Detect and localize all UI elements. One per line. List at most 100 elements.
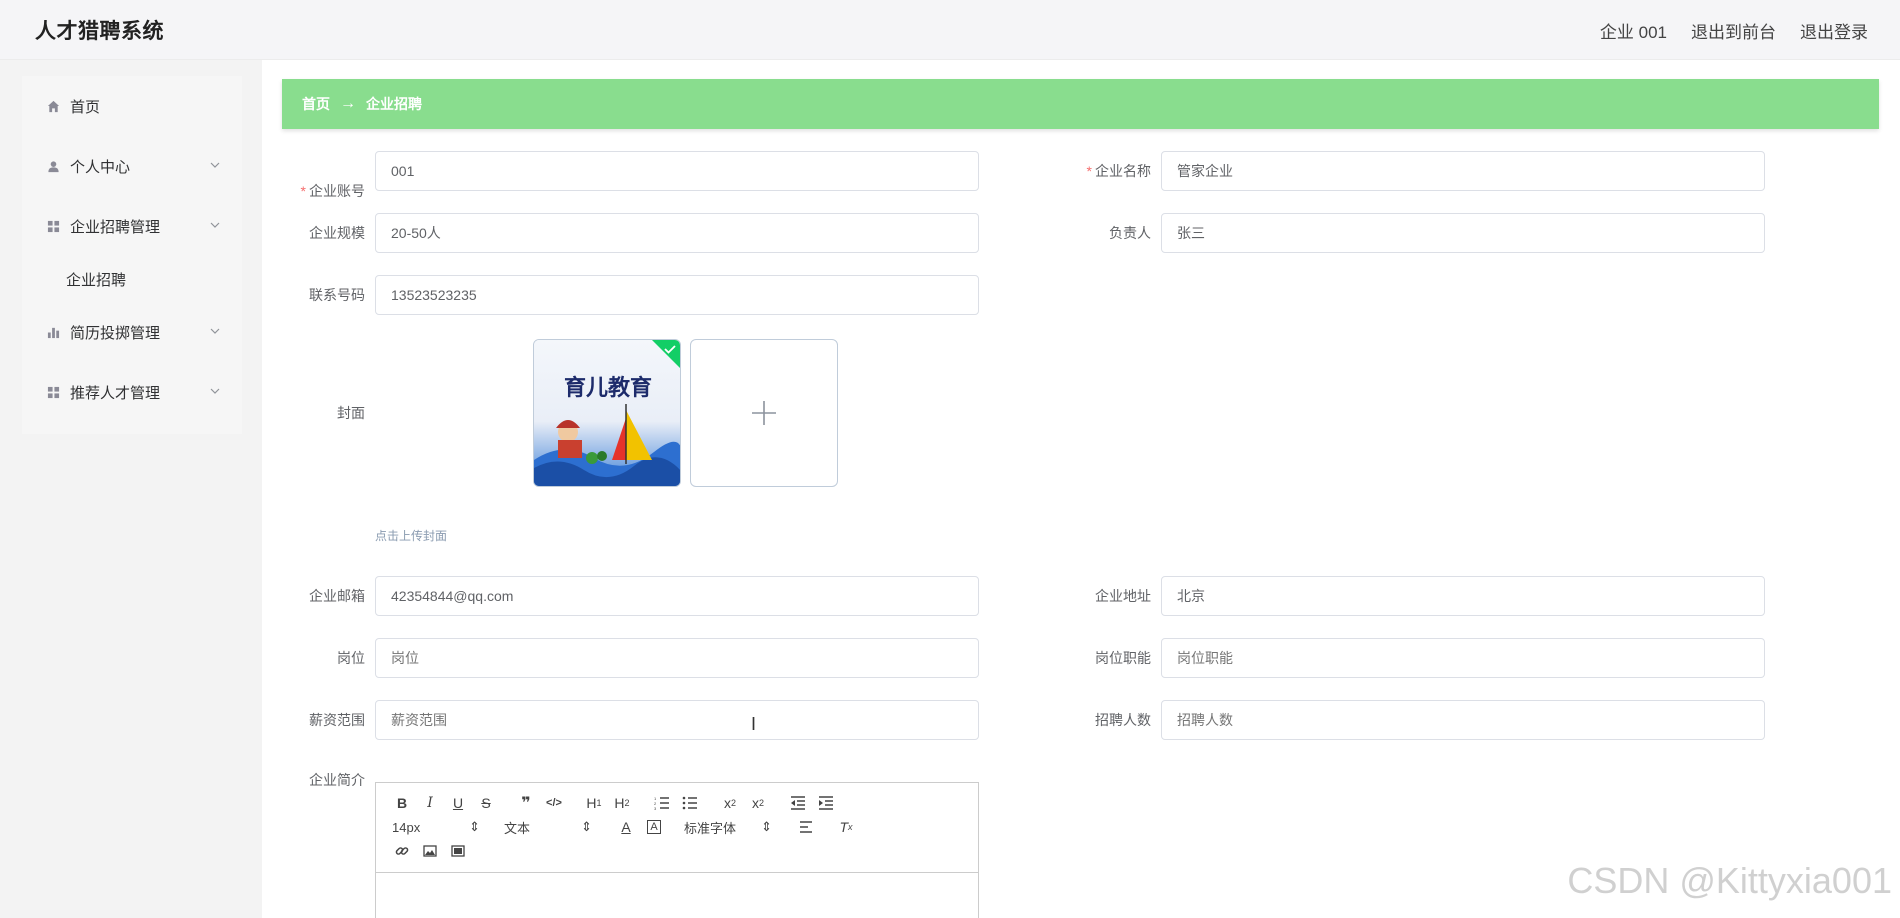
underline-icon[interactable]: U [444,791,472,815]
position-input[interactable] [375,638,979,678]
account-input[interactable] [375,151,979,191]
chevron-down-icon [210,222,220,228]
sidebar-item-resume-management[interactable]: 简历投掷管理 [22,302,242,362]
chevron-down-icon [210,162,220,168]
sidebar-item-personal-center[interactable]: 个人中心 [22,136,242,196]
font-size-select[interactable]: 14px ⇕ [388,815,488,839]
rich-text-editor: B I U S ❞ </> H1 H2 123 x2 x2 14px ⇕ 文本 … [375,782,979,918]
font-family-value: 标准字体 [684,820,737,836]
sidebar-menu: 首页 个人中心 企业招聘管理 企业招聘 简历投掷管理 推荐人才管理 [22,76,242,434]
block-type-value: 文本 [504,820,531,836]
superscript-icon[interactable]: x2 [744,791,772,815]
svg-text:3: 3 [654,806,657,810]
address-input[interactable] [1161,576,1765,616]
sidebar-item-label: 推荐人才管理 [70,384,161,402]
breadcrumb-current: 企业招聘 [366,96,422,112]
position-label: 岗位 [337,650,365,666]
scale-input[interactable] [375,213,979,253]
phone-label: 联系号码 [309,287,365,303]
required-mark: * [300,183,306,199]
italic-icon[interactable]: I [416,791,444,815]
sidebar-item-talent-management[interactable]: 推荐人才管理 [22,362,242,422]
required-mark: * [1086,163,1092,179]
outdent-icon[interactable] [784,791,812,815]
font-color-icon[interactable]: A [612,815,640,839]
intro-label: 企业简介 [309,772,365,788]
headcount-label: 招聘人数 [1095,712,1151,728]
account-label: * 企业账号 [265,171,365,211]
breadcrumb: 首页 → 企业招聘 [282,79,1879,129]
clear-format-icon[interactable]: Tx [832,815,860,839]
main-content: 首页 → 企业招聘 *企业账号 *企业名称 企业规模 负责人 联系号码 封面 [262,60,1900,918]
check-icon [652,340,680,368]
background-color-icon[interactable]: A [640,815,668,839]
company-name-label: * 企业名称 [1051,151,1151,191]
manager-input[interactable] [1161,213,1765,253]
scale-label: 企业规模 [309,225,365,241]
header1-icon[interactable]: H1 [580,791,608,815]
sidebar-item-recruit-management[interactable]: 企业招聘管理 [22,196,242,256]
header2-icon[interactable]: H2 [608,791,636,815]
top-header: 人才猎聘系统 企业 001 退出到前台 退出登录 [0,0,1900,60]
code-block-icon[interactable]: </> [540,791,568,815]
align-icon[interactable] [792,815,820,839]
indent-icon[interactable] [812,791,840,815]
blockquote-icon[interactable]: ❞ [512,791,540,815]
select-arrows-icon: ⇕ [761,819,772,834]
upload-cover-button[interactable] [690,339,838,487]
bullet-list-icon[interactable] [676,791,704,815]
sidebar: 首页 个人中心 企业招聘管理 企业招聘 简历投掷管理 推荐人才管理 [0,60,262,918]
current-user[interactable]: 企业 001 [1600,18,1667,43]
company-name-input[interactable] [1161,151,1765,191]
company-name-label-text: 企业名称 [1095,163,1151,179]
bold-icon[interactable]: B [388,791,416,815]
font-family-select[interactable]: 标准字体 ⇕ [680,815,780,839]
sidebar-item-label: 个人中心 [70,158,131,176]
sidebar-item-label: 简历投掷管理 [70,324,161,342]
app-title: 人才猎聘系统 [35,19,164,43]
account-label-text: 企业账号 [309,183,365,199]
sidebar-item-label: 企业招聘管理 [70,218,161,236]
bar-chart-icon [46,325,60,339]
email-input[interactable] [375,576,979,616]
chevron-down-icon [210,388,220,394]
logout-link[interactable]: 退出登录 [1800,18,1868,43]
back-to-front-link[interactable]: 退出到前台 [1691,18,1776,43]
address-label: 企业地址 [1095,588,1151,604]
email-label: 企业邮箱 [309,588,365,604]
subscript-icon[interactable]: x2 [716,791,744,815]
sidebar-item-label: 首页 [70,98,101,116]
editor-toolbar: B I U S ❞ </> H1 H2 123 x2 x2 14px ⇕ 文本 … [376,783,978,873]
salary-label: 薪资范围 [309,712,365,728]
position-duty-label: 岗位职能 [1095,650,1151,666]
position-duty-input[interactable] [1161,638,1765,678]
sidebar-item-home[interactable]: 首页 [22,76,242,136]
salary-input[interactable] [375,700,979,740]
cover-thumbnail[interactable]: 育儿教育 [533,339,681,487]
strike-icon[interactable]: S [472,791,500,815]
text-cursor-icon: I [751,714,757,734]
breadcrumb-separator: → [340,95,356,112]
manager-label: 负责人 [1109,225,1151,241]
grid-icon [46,219,60,233]
user-icon [46,159,60,173]
image-icon[interactable] [416,839,444,863]
home-icon [46,99,60,113]
sidebar-subitem-recruit[interactable]: 企业招聘 [22,256,242,302]
ordered-list-icon[interactable]: 123 [648,791,676,815]
headcount-input[interactable] [1161,700,1765,740]
plus-icon [752,401,776,425]
cover-label: 封面 [337,405,365,421]
video-icon[interactable] [444,839,472,863]
phone-input[interactable] [375,275,979,315]
font-size-value: 14px [392,819,421,835]
link-icon[interactable] [388,839,416,863]
upload-cover-tip: 点击上传封面 [375,529,448,543]
header-actions: 企业 001 退出到前台 退出登录 [1600,0,1868,60]
select-arrows-icon: ⇕ [581,819,592,834]
cover-image-text: 育儿教育 [564,375,652,401]
block-type-select[interactable]: 文本 ⇕ [500,815,600,839]
chevron-down-icon [210,328,220,334]
watermark: CSDN @Kittyxia001 [1567,860,1892,901]
breadcrumb-home[interactable]: 首页 [302,94,330,114]
